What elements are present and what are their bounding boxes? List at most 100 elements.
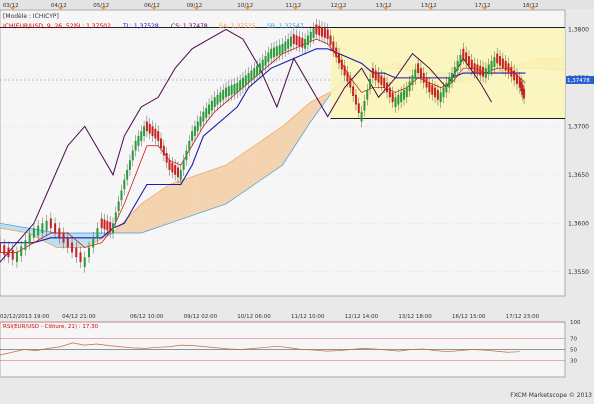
candle-body xyxy=(490,60,493,71)
candle-body xyxy=(318,25,321,36)
candle-body xyxy=(75,247,78,258)
bottom-date-label: 13/12 18:00 xyxy=(398,314,432,320)
candle-body xyxy=(366,89,369,100)
bottom-date-label: 04/12 21:00 xyxy=(62,314,96,320)
rsi-level-label: 50 xyxy=(570,348,577,354)
candle-body xyxy=(140,131,143,141)
candle-body xyxy=(417,63,420,74)
candle-body xyxy=(360,111,363,122)
candle-body xyxy=(278,45,281,55)
bottom-date-label: 09/12 02:00 xyxy=(184,314,218,320)
candle-body xyxy=(273,47,276,58)
candle-body xyxy=(281,43,284,54)
top-date-label: 13/12 xyxy=(421,3,437,9)
candle-body xyxy=(264,56,267,66)
candle-body xyxy=(210,100,213,111)
candle-body xyxy=(241,77,244,88)
candle-body xyxy=(284,41,287,52)
top-date-label: 18/12 xyxy=(523,3,539,9)
candle-body xyxy=(400,92,403,103)
candle-body xyxy=(92,237,95,248)
rsi-level-label: 70 xyxy=(570,337,577,343)
candle-body xyxy=(298,36,301,47)
candle-body xyxy=(168,160,171,170)
candle-body xyxy=(83,257,86,267)
candle-body xyxy=(507,63,510,74)
candle-body xyxy=(374,70,377,81)
candle-body xyxy=(383,77,386,88)
candle-body xyxy=(459,54,462,65)
candle-body xyxy=(309,31,312,42)
candle-body xyxy=(117,201,120,212)
candle-body xyxy=(402,89,405,100)
candle-body xyxy=(157,131,160,141)
candle-body xyxy=(24,240,27,250)
candle-body xyxy=(501,58,504,69)
candle-body xyxy=(357,103,360,114)
candle-body xyxy=(270,48,273,59)
bottom-date-label: 06/12 10:00 xyxy=(130,314,164,320)
candle-body xyxy=(45,220,48,231)
candle-body xyxy=(162,145,165,156)
candle-body xyxy=(338,53,340,64)
bottom-date-label: 02/12/2013 19:00 xyxy=(0,314,50,320)
candle-body xyxy=(476,64,479,75)
candle-body xyxy=(66,237,69,248)
candle-body xyxy=(37,225,40,236)
candle-body xyxy=(213,97,216,107)
candle-body xyxy=(20,246,23,257)
candle-body xyxy=(425,77,428,88)
candle-body xyxy=(312,28,315,38)
candle-body xyxy=(275,46,278,57)
candle-body xyxy=(428,82,431,93)
candle-body xyxy=(332,41,335,52)
candle-body xyxy=(193,126,196,137)
candle-body xyxy=(62,232,65,243)
top-date-label: 17/12 xyxy=(475,3,491,9)
highlight-box xyxy=(330,27,565,119)
top-date-label: 03/12 xyxy=(3,3,19,9)
candle-body xyxy=(442,87,445,98)
candle-body xyxy=(394,97,397,107)
candle-body xyxy=(137,136,140,146)
candle-body xyxy=(371,68,374,78)
candle-body xyxy=(216,94,219,105)
bottom-date-label: 16/12 15:00 xyxy=(452,314,486,320)
candle-body xyxy=(391,92,394,103)
candle-body xyxy=(453,66,456,77)
candle-body xyxy=(205,108,208,118)
indicator-label: ICH(EUR/USD, 9, 26, 52) xyxy=(3,23,76,30)
candle-body xyxy=(123,179,126,190)
candle-body xyxy=(208,104,211,115)
candle-body xyxy=(482,66,485,77)
candle-body xyxy=(165,153,168,163)
candle-body xyxy=(222,89,225,100)
candle-body xyxy=(287,39,290,49)
candle-body xyxy=(388,87,391,98)
candle-body xyxy=(32,228,35,238)
candle-body xyxy=(54,223,57,233)
candle-body xyxy=(261,59,264,70)
candle-body xyxy=(106,220,109,231)
y-tick-label: 1,3800 xyxy=(568,26,589,33)
candle-body xyxy=(315,24,318,35)
y-tick-label: 1,3700 xyxy=(568,123,589,130)
legend-entry: CS: 1,37478 xyxy=(171,23,208,30)
candle-body xyxy=(292,34,295,44)
candle-body xyxy=(258,63,261,74)
candle-body xyxy=(414,69,417,80)
candle-body xyxy=(326,29,329,40)
candle-body xyxy=(354,94,357,105)
rsi-label: RSI(EUR/USD - Clôture, 21) : 17,30 xyxy=(3,323,99,330)
candle-body xyxy=(176,167,179,178)
candle-body xyxy=(499,56,502,66)
top-date-label: 11/12 xyxy=(285,3,301,9)
candle-body xyxy=(335,47,338,58)
legend-entry: SA: 1,37515 xyxy=(219,23,256,30)
candle-body xyxy=(71,242,74,253)
candle-body xyxy=(523,88,526,99)
candle-body xyxy=(515,74,518,84)
legend-entry: SB: 1,37547 xyxy=(267,23,304,30)
chart-canvas[interactable]: 03/12 04/12 05/12 06/12 09/12 10/12 11/12 12/12… xyxy=(0,0,594,400)
bottom-date-label: 11/12 10:00 xyxy=(291,314,325,320)
